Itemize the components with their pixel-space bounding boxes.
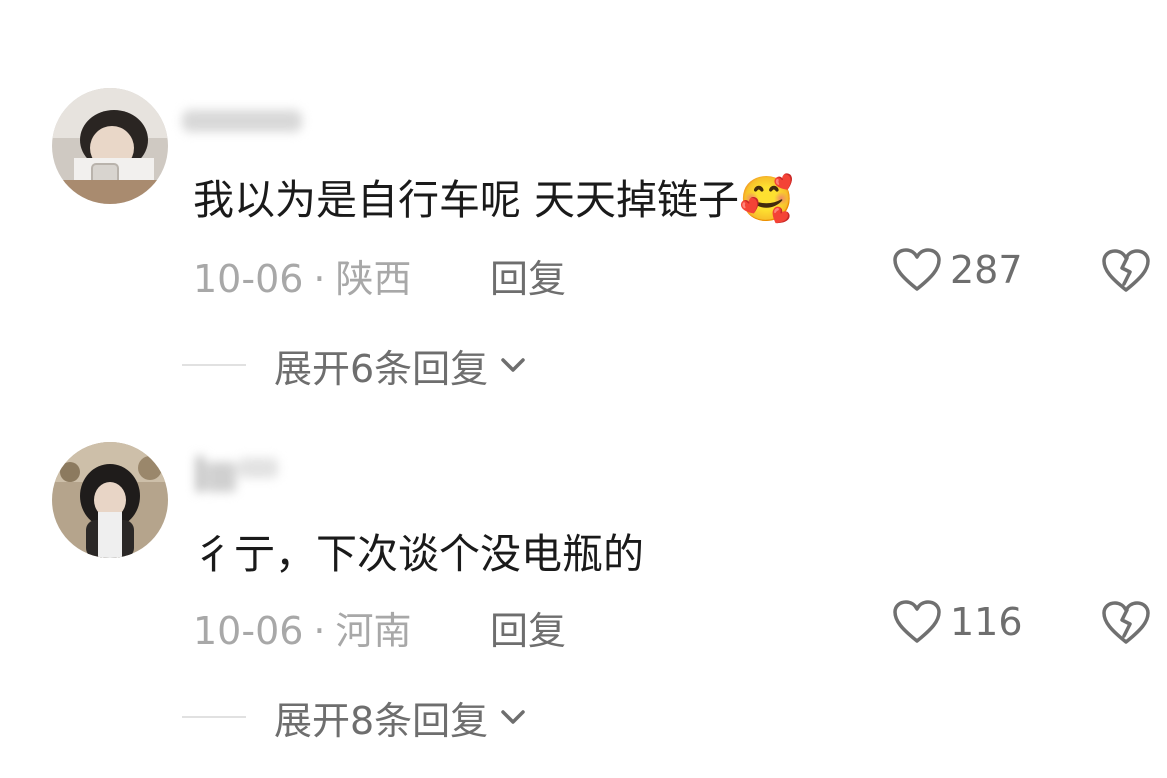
expand-replies-label: 展开6条回复 <box>274 346 489 391</box>
reply-button[interactable]: 回复 <box>490 248 566 303</box>
meta-separator: · <box>313 609 326 653</box>
expand-replies[interactable]: 展开8条回复 <box>182 692 530 743</box>
comment-date: 10-06 <box>193 257 304 301</box>
username[interactable] <box>182 452 312 492</box>
like-button[interactable]: 116 <box>892 596 1023 648</box>
hugging-face-emoji-icon: 🥰 <box>739 174 794 225</box>
dislike-button[interactable] <box>1100 598 1152 650</box>
comment-text: 彳亍，下次谈个没电瓶的 <box>193 520 644 580</box>
expand-replies-label: 展开8条回复 <box>274 698 489 743</box>
meta-separator: · <box>313 257 326 301</box>
avatar-photo <box>52 88 168 204</box>
reply-button[interactable]: 回复 <box>490 600 566 655</box>
comment-text: 我以为是自行车呢 天天掉链子🥰 <box>193 166 794 226</box>
like-button[interactable]: 287 <box>892 244 1023 296</box>
comment-text-body: 我以为是自行车呢 天天掉链子 <box>193 176 740 224</box>
username[interactable] <box>182 100 312 140</box>
divider <box>182 364 246 366</box>
chevron-down-icon <box>501 358 525 372</box>
divider <box>182 716 246 718</box>
dislike-button[interactable] <box>1100 246 1152 298</box>
comment-location: 陕西 <box>335 257 412 301</box>
broken-heart-icon <box>1102 249 1150 292</box>
comment-location: 河南 <box>335 609 412 653</box>
blurred-username <box>182 110 302 132</box>
comment-meta: 10-06 · 河南 <box>193 600 412 655</box>
comment-date: 10-06 <box>193 609 304 653</box>
like-count: 116 <box>950 600 1023 644</box>
avatar-photo <box>52 442 168 558</box>
blurred-username <box>196 456 278 492</box>
expand-replies[interactable]: 展开6条回复 <box>182 340 530 391</box>
heart-outline-icon <box>893 248 941 291</box>
heart-outline-icon <box>893 600 941 643</box>
like-count: 287 <box>950 248 1023 292</box>
chevron-down-icon <box>501 710 525 724</box>
broken-heart-icon <box>1102 601 1150 644</box>
avatar[interactable] <box>52 442 168 558</box>
comment-text-body: 彳亍，下次谈个没电瓶的 <box>193 530 644 578</box>
comment-meta: 10-06 · 陕西 <box>193 248 412 303</box>
avatar[interactable] <box>52 88 168 204</box>
